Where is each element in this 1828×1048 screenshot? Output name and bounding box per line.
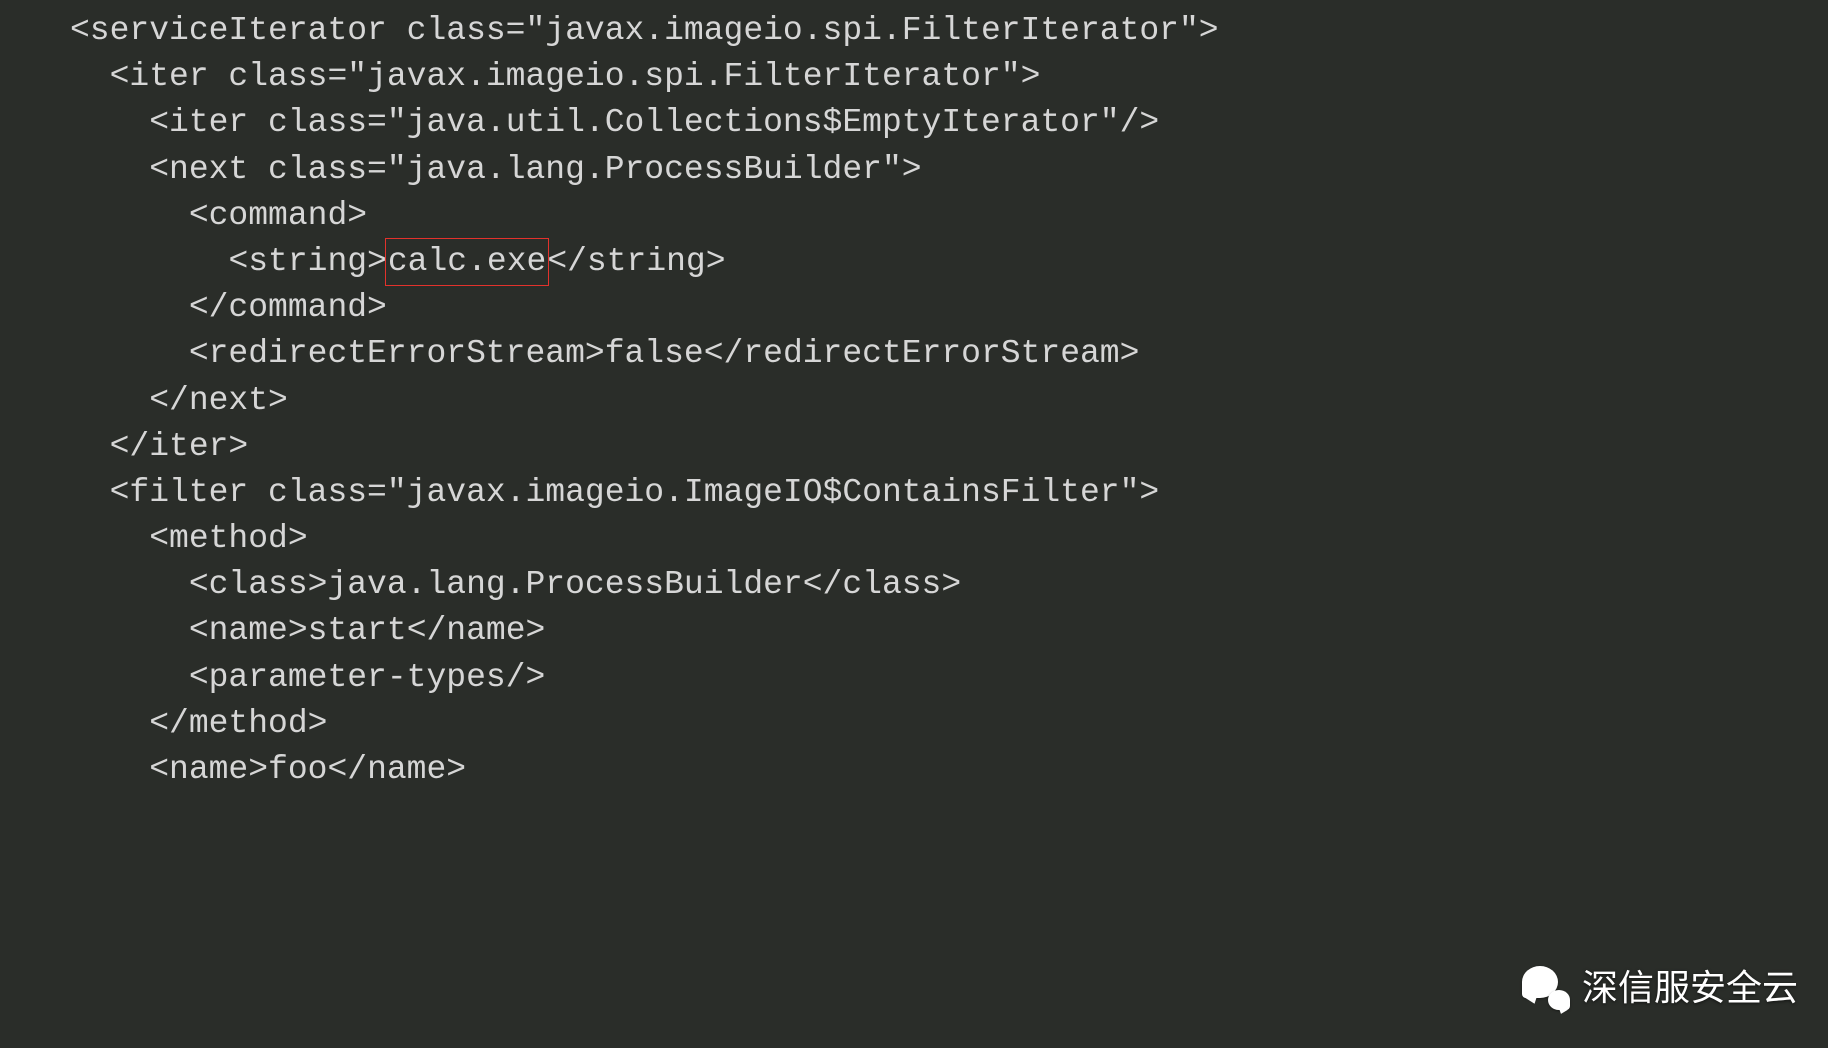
code-line[interactable]: <iter class="javax.imageio.spi.FilterIte… xyxy=(70,54,1828,100)
highlighted-payload: calc.exe xyxy=(385,238,549,286)
code-line[interactable]: <string>calc.exe</string> xyxy=(70,239,1828,285)
wechat-icon xyxy=(1520,962,1572,1014)
watermark-text: 深信服安全云 xyxy=(1582,963,1798,1013)
code-line[interactable]: <iter class="java.util.Collections$Empty… xyxy=(70,100,1828,146)
code-line[interactable]: <class>java.lang.ProcessBuilder</class> xyxy=(70,562,1828,608)
code-line[interactable]: <serviceIterator class="javax.imageio.sp… xyxy=(70,8,1828,54)
code-line[interactable]: </next> xyxy=(70,378,1828,424)
code-line[interactable]: <command> xyxy=(70,193,1828,239)
code-line[interactable]: </method> xyxy=(70,701,1828,747)
code-line[interactable]: <method> xyxy=(70,516,1828,562)
code-line[interactable]: </command> xyxy=(70,285,1828,331)
code-editor[interactable]: <serviceIterator class="javax.imageio.sp… xyxy=(0,0,1828,793)
code-line[interactable]: <parameter-types/> xyxy=(70,655,1828,701)
code-line[interactable]: <next class="java.lang.ProcessBuilder"> xyxy=(70,147,1828,193)
code-line[interactable]: <name>start</name> xyxy=(70,608,1828,654)
code-line[interactable]: <redirectErrorStream>false</redirectErro… xyxy=(70,331,1828,377)
watermark: 深信服安全云 xyxy=(1520,962,1798,1014)
code-line[interactable]: </iter> xyxy=(70,424,1828,470)
code-line[interactable]: <filter class="javax.imageio.ImageIO$Con… xyxy=(70,470,1828,516)
code-line[interactable]: <name>foo</name> xyxy=(70,747,1828,793)
